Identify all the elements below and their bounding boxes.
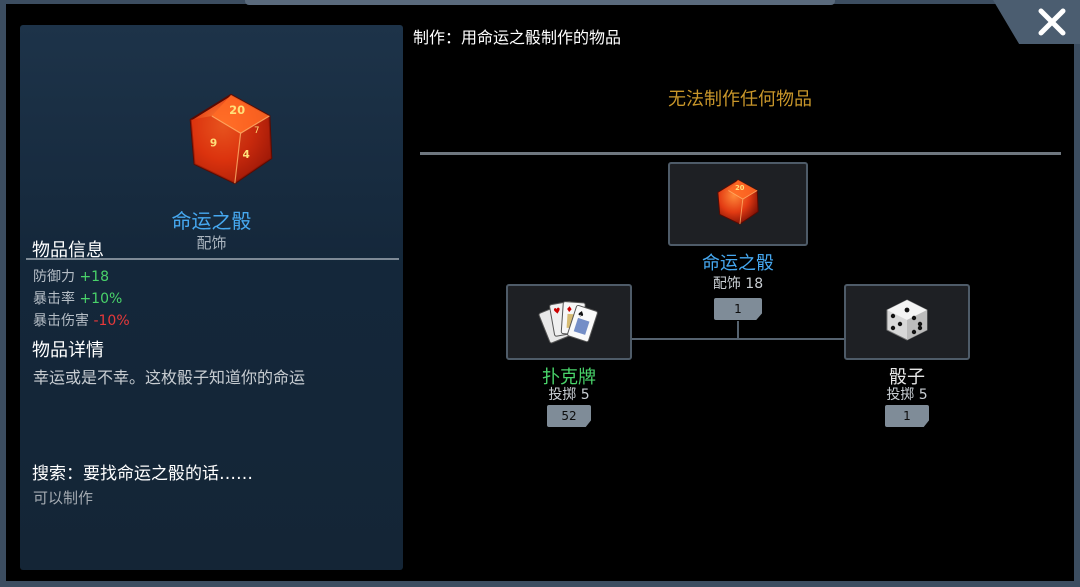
result-item-name: 命运之骰 xyxy=(702,253,774,274)
tree-connector xyxy=(737,321,739,339)
stat-value: -10% xyxy=(93,313,130,329)
stat-value: +10% xyxy=(79,291,123,307)
ingredient-sub-dice: 投掷 5 xyxy=(886,387,928,403)
divider xyxy=(420,152,1061,155)
craft-header: 制作：用命运之骰制作的物品 xyxy=(413,28,622,47)
white-dice-icon xyxy=(883,296,931,348)
result-count-badge: 1 xyxy=(714,298,762,320)
svg-text:20: 20 xyxy=(229,103,245,117)
item-info-heading: 物品信息 xyxy=(32,240,104,261)
d20-fate-dice-icon: 20 9 4 7 xyxy=(181,89,281,189)
svg-text:♦: ♦ xyxy=(566,305,574,314)
ingredient-sub-cards: 投掷 5 xyxy=(548,387,590,403)
svg-text:4: 4 xyxy=(243,149,250,161)
close-icon xyxy=(1038,8,1066,36)
ingredient-count-cards: 52 xyxy=(547,405,591,427)
item-detail-panel: 20 9 4 7 命运之骰 配饰 物品信息 防御力 +18 暴击率 +10% 暴… xyxy=(20,25,403,570)
stat-row-defense: 防御力 +18 xyxy=(33,266,109,286)
d20-fate-dice-icon: 20 xyxy=(714,178,762,230)
svg-text:20: 20 xyxy=(735,184,745,192)
ingredient-slot-dice[interactable] xyxy=(844,284,970,360)
stat-label: 暴击率 xyxy=(33,291,75,307)
svg-text:9: 9 xyxy=(210,138,217,150)
item-name: 命运之骰 xyxy=(171,209,252,233)
ingredient-count-dice: 1 xyxy=(885,405,929,427)
search-heading: 搜索：要找命运之骰的话…… xyxy=(32,464,253,484)
empty-message: 无法制作任何物品 xyxy=(668,89,812,110)
stat-label: 防御力 xyxy=(33,269,75,285)
tree-connector xyxy=(631,338,846,340)
stat-label: 暴击伤害 xyxy=(33,313,89,329)
result-item-sub: 配饰 18 xyxy=(712,276,764,292)
search-result: 可以制作 xyxy=(33,489,94,507)
item-details-heading: 物品详情 xyxy=(32,340,104,361)
stat-row-crit-rate: 暴击率 +10% xyxy=(33,288,122,308)
stat-value: +18 xyxy=(79,269,109,285)
stat-row-crit-damage: 暴击伤害 -10% xyxy=(33,310,130,330)
item-description: 幸运或是不幸。这枚骰子知道你的命运 xyxy=(33,368,306,387)
ingredient-slot-cards[interactable]: ♥ ♦ ♠ xyxy=(506,284,632,360)
top-handle xyxy=(245,0,835,5)
playing-cards-icon: ♥ ♦ ♠ xyxy=(535,296,603,348)
svg-text:7: 7 xyxy=(254,126,260,136)
result-item-slot[interactable]: 20 xyxy=(668,162,808,246)
